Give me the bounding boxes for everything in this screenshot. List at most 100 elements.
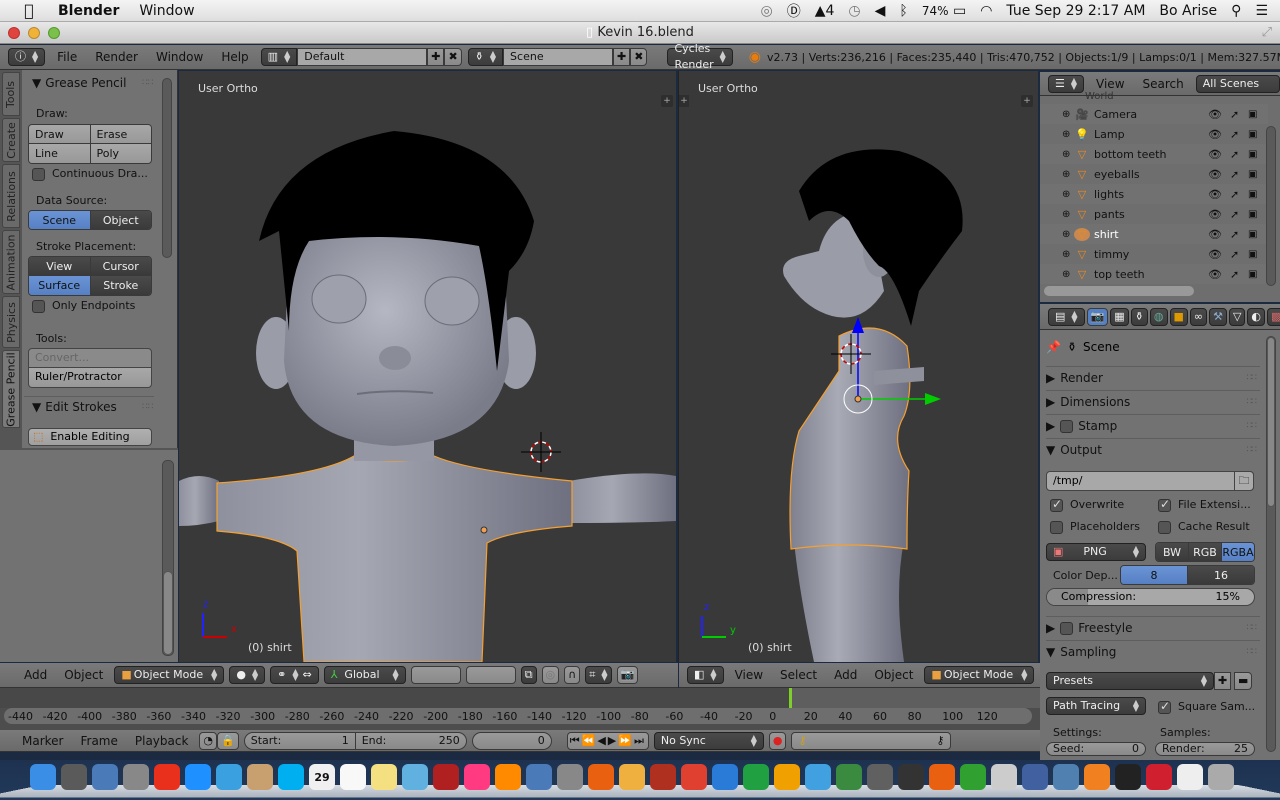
tab-texture[interactable]: ▩ [1267, 307, 1280, 326]
scene-field[interactable]: Scene [503, 48, 614, 66]
render-camera-icon[interactable]: ▣ [1248, 149, 1257, 160]
file-extensions-checkbox[interactable]: File Extensi... [1158, 497, 1251, 512]
render-camera-icon[interactable]: ▣ [1248, 189, 1257, 200]
dock-maps-icon[interactable] [402, 764, 428, 790]
drag-handle-icon[interactable]: ∷∷ [1247, 623, 1258, 633]
outliner-scrollbar[interactable] [1266, 126, 1276, 286]
checkbox[interactable] [1050, 520, 1063, 534]
freestyle-checkbox[interactable] [1060, 621, 1074, 635]
sync-dropdown[interactable]: No Sync ▲ ▼ [653, 731, 764, 750]
render-camera-icon[interactable]: ▣ [1248, 229, 1257, 240]
tab-animation[interactable]: Animation [2, 230, 20, 294]
outliner-item-top-teeth[interactable]: ⊕ ▽ top teeth 👁 ➚ ▣ [1040, 264, 1268, 284]
compression-slider[interactable]: Compression: 15% [1046, 588, 1255, 606]
dock-reason-icon[interactable] [588, 764, 614, 790]
tab-data[interactable]: ▽ [1228, 307, 1246, 326]
panel-dimensions[interactable]: ▶ Dimensions ∷∷ [1046, 390, 1260, 413]
placement-cursor-button[interactable]: Cursor [89, 257, 151, 275]
edit-strokes-header[interactable]: ▼ Edit Strokes [32, 400, 117, 414]
dock-system-preferences-icon[interactable] [557, 764, 583, 790]
cache-result-checkbox[interactable]: Cache Result [1158, 520, 1250, 534]
integrator-dropdown[interactable]: Path Tracing ▲ ▼ [1046, 697, 1146, 715]
render-engine-dropdown[interactable]: Cycles Render ▲ ▼ [667, 42, 733, 71]
tool-shelf-scrollbar[interactable] [162, 78, 172, 258]
eye-icon[interactable]: 👁 [1208, 128, 1222, 141]
keying-set-field[interactable]: ⚷ ⚷ [791, 731, 952, 750]
tab-tools[interactable]: Tools [2, 72, 20, 116]
output-path-input[interactable]: /tmp/ [1046, 471, 1254, 491]
outliner-item-shirt[interactable]: ⊕ ▽ shirt 👁 ➚ ▣ [1040, 224, 1268, 244]
menu-add[interactable]: Add [18, 668, 53, 682]
remove-screen-button[interactable]: ✖ [444, 48, 462, 66]
eye-icon[interactable]: 👁 [1208, 148, 1222, 161]
3d-cursor[interactable] [521, 432, 561, 472]
screen-layout-icon[interactable]: ▥ ▲ ▼ [260, 48, 298, 66]
panel-freestyle[interactable]: ▶ Freestyle ∷∷ [1046, 616, 1260, 639]
properties-scrollbar[interactable] [1266, 336, 1276, 752]
dropbox-icon[interactable]: Ⓓ [787, 1, 801, 21]
select-arrow-icon[interactable]: ➚ [1230, 168, 1239, 181]
remove-scene-button[interactable]: ✖ [630, 48, 648, 66]
dock-calendar-icon[interactable]: 29 [309, 764, 335, 790]
checkbox[interactable] [1158, 497, 1171, 512]
outliner-item-bottom-teeth[interactable]: ⊕ ▽ bottom teeth 👁 ➚ ▣ [1040, 144, 1268, 164]
dock-reminders-icon[interactable] [340, 764, 366, 790]
dock-folder-icon[interactable] [619, 764, 645, 790]
square-samples-checkbox[interactable]: Square Sam... [1158, 699, 1255, 714]
expand-icon[interactable]: ⊕ [1062, 169, 1074, 180]
dock-excel-icon[interactable] [743, 764, 769, 790]
bluetooth-icon[interactable]: ᛒ [899, 3, 907, 19]
menu-select[interactable]: Select [774, 668, 823, 682]
placement-stroke-button[interactable]: Stroke [89, 276, 151, 295]
tab-scene[interactable]: ⚱ [1130, 307, 1148, 326]
line-button[interactable]: Line [29, 144, 90, 163]
menu-render[interactable]: Render [89, 50, 144, 64]
tab-material[interactable]: ◐ [1247, 307, 1266, 326]
only-endpoints-checkbox[interactable]: Only Endpoints [32, 299, 135, 313]
shirt-mesh[interactable] [216, 455, 573, 662]
dock-notes-icon[interactable] [371, 764, 397, 790]
poly-button[interactable]: Poly [89, 144, 151, 163]
scene-icon[interactable]: ⚱ ▲ ▼ [467, 48, 504, 66]
pivot-dropdown[interactable]: ⚭ ▲ ▼ ⇔ [270, 666, 319, 684]
menu-playback[interactable]: Playback [129, 734, 195, 748]
panel-stamp[interactable]: ▶ Stamp ∷∷ [1046, 414, 1260, 437]
panel-render[interactable]: ▶ Render ∷∷ [1046, 366, 1260, 389]
lock-frame-icon[interactable]: 🔒 [217, 731, 239, 750]
pin-icon[interactable]: 📌 [1046, 340, 1061, 354]
expand-icon[interactable]: ⊕ [1062, 109, 1074, 120]
data-source-scene-button[interactable]: Scene [29, 211, 90, 229]
user-name[interactable]: Bo Arise [1159, 3, 1217, 19]
viewport-side[interactable]: User Ortho + + z y (0) shirt [678, 71, 1038, 662]
adobe-icon[interactable]: ▲4 [815, 3, 835, 19]
tab-world[interactable]: ◍ [1149, 307, 1168, 326]
panel-output[interactable]: ▼ Output ∷∷ [1046, 438, 1260, 461]
dock-preview-icon[interactable] [92, 764, 118, 790]
dock-virtualbox-icon[interactable] [1022, 764, 1048, 790]
z-arrow[interactable] [852, 317, 864, 333]
erase-button[interactable]: Erase [89, 125, 151, 143]
panel-sampling[interactable]: ▼ Sampling ∷∷ [1046, 640, 1260, 663]
menu-view[interactable]: View [729, 668, 769, 682]
menu-window[interactable]: Window [139, 3, 194, 19]
placeholders-checkbox[interactable]: Placeholders [1050, 520, 1140, 534]
editor-type-3d-view-button[interactable]: ◧ ▲ ▼ [687, 666, 724, 684]
shirt-mesh[interactable] [789, 327, 911, 550]
notification-center-icon[interactable]: ☰ [1255, 3, 1268, 19]
select-arrow-icon[interactable]: ➚ [1230, 228, 1239, 241]
ruler-protractor-button[interactable]: Ruler/Protractor [28, 368, 152, 388]
editor-type-outliner-button[interactable]: ☰ ▲ ▼ [1048, 74, 1085, 93]
render-camera-icon[interactable]: ▣ [1248, 169, 1257, 180]
menu-add[interactable]: Add [828, 668, 863, 682]
mode-dropdown[interactable]: ■ Object Mode ▲ ▼ [114, 666, 225, 684]
dock-contacts-icon[interactable] [247, 764, 273, 790]
tab-constraints[interactable]: ∞ [1189, 307, 1208, 326]
lower-scrollbar[interactable] [162, 460, 174, 656]
checkbox[interactable] [1158, 699, 1171, 714]
preview-range-icon[interactable]: ◔ [199, 731, 218, 750]
menu-help[interactable]: Help [215, 50, 254, 64]
select-arrow-icon[interactable]: ➚ [1230, 128, 1239, 141]
snap-magnet-icon[interactable]: ∩ [564, 666, 581, 684]
close-window-button[interactable] [8, 27, 20, 39]
eye-icon[interactable]: 👁 [1208, 188, 1222, 201]
